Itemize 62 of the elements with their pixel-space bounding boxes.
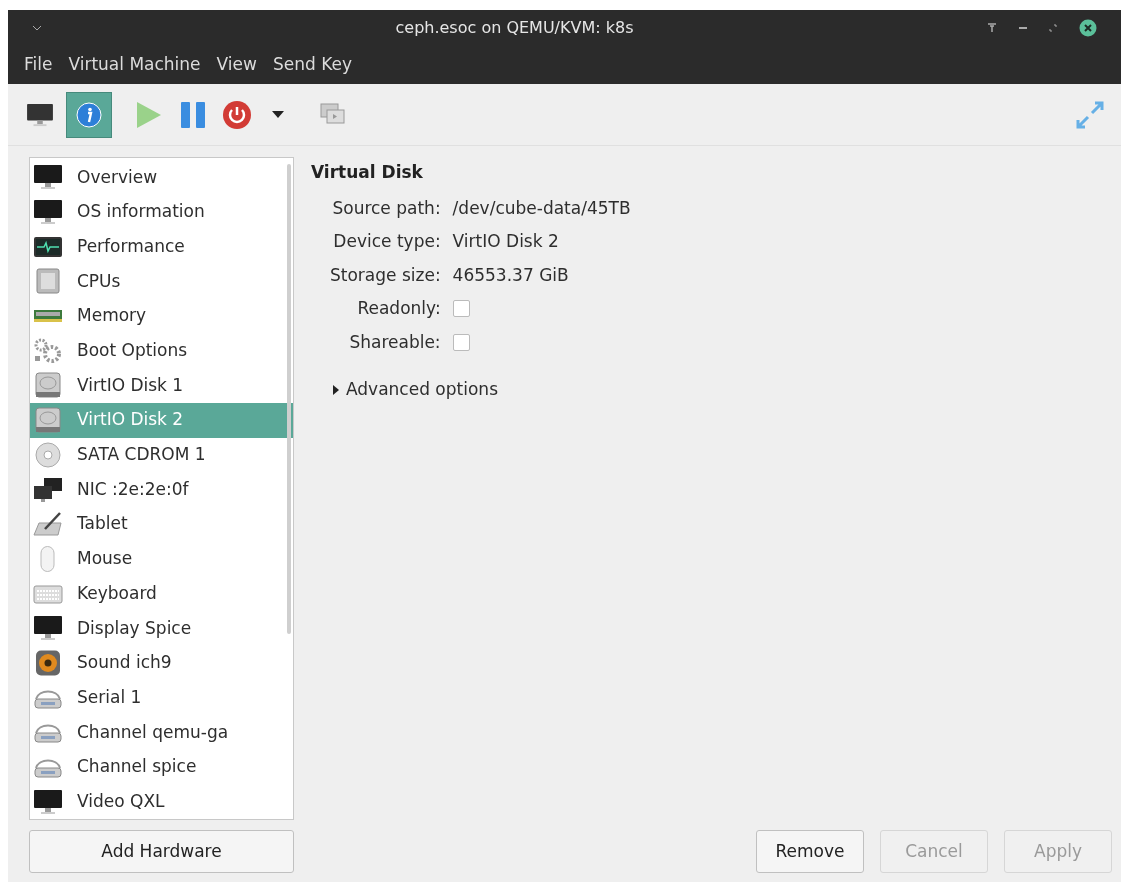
hardware-list-item[interactable]: Keyboard	[30, 576, 293, 611]
hardware-list-item[interactable]: Display Spice	[30, 610, 293, 646]
hardware-list-item[interactable]: Video QXL	[30, 784, 293, 820]
menu-item[interactable]: Virtual Machine	[61, 52, 208, 78]
hardware-list-item[interactable]: Boot Options	[30, 333, 293, 369]
menu-item[interactable]: File	[17, 52, 60, 78]
window-title: ceph.esoc on QEMU/KVM: k8s	[395, 18, 634, 37]
section-title: Virtual Disk	[311, 161, 424, 184]
hardware-list-item[interactable]: Overview	[30, 160, 293, 195]
power-icon	[222, 99, 252, 130]
field-label: Device type:	[332, 230, 441, 253]
field-value: /dev/cube-data/45TB	[452, 196, 632, 220]
hardware-list-item[interactable]: Memory	[30, 298, 293, 334]
checkbox[interactable]	[452, 333, 470, 351]
chevron-down-icon[interactable]	[32, 25, 42, 31]
dialog-button[interactable]: Remove	[756, 830, 864, 874]
field-value: 46553.37 GiB	[452, 263, 570, 287]
gears-icon	[33, 337, 63, 364]
menu-item[interactable]: View	[209, 52, 264, 78]
advanced-options-expander[interactable]: Advanced options	[332, 377, 498, 403]
hardware-list-item[interactable]: Mouse	[30, 541, 293, 577]
hardware-list-item[interactable]: OS information	[30, 194, 293, 230]
expander-arrow-icon	[332, 384, 339, 395]
hardware-list-item[interactable]: SATA CDROM 1	[30, 437, 293, 473]
pin-icon[interactable]	[987, 23, 997, 33]
play-icon	[136, 100, 162, 129]
chip-icon	[33, 268, 63, 295]
field-label: Storage size:	[330, 263, 441, 287]
hardware-list-item[interactable]: Tablet	[30, 506, 293, 542]
close-icon[interactable]	[1079, 19, 1097, 37]
hardware-list-item[interactable]: Sound ich9	[30, 645, 293, 681]
network-icon	[33, 476, 63, 503]
field-label: Shareable:	[348, 330, 441, 354]
pause-icon	[180, 101, 206, 128]
maximize-icon[interactable]	[1049, 24, 1057, 32]
monitor-icon	[26, 102, 54, 127]
field-value: VirtIO Disk 2	[452, 230, 560, 253]
speaker-icon	[33, 649, 63, 676]
tablet-pen-icon	[33, 511, 63, 538]
monitor-icon	[33, 615, 63, 642]
hardware-list-item[interactable]: CPUs	[30, 264, 293, 299]
hardware-list-item[interactable]: VirtIO Disk 1	[30, 368, 293, 403]
hardware-list-item[interactable]: NIC :2e:2e:0f	[30, 472, 293, 507]
hardware-list-item[interactable]: Channel spice	[30, 749, 293, 785]
scrollbar-thumb[interactable]	[287, 164, 291, 634]
monitor-icon	[33, 164, 63, 191]
hardware-list-item[interactable]: Channel qemu-ga	[30, 715, 293, 750]
monitor-icon	[33, 199, 63, 226]
disc-icon	[33, 441, 63, 468]
add-hardware-button[interactable]: Add Hardware	[29, 830, 294, 874]
monitor-icon	[33, 788, 63, 815]
caret-icon	[272, 111, 284, 118]
hardware-list-item[interactable]: Serial 1	[30, 680, 293, 715]
menu-item[interactable]: Send Key	[265, 52, 359, 78]
field-label: Source path:	[331, 196, 441, 220]
field-label: Readonly:	[356, 297, 441, 320]
hardware-list-item[interactable]: Performance	[30, 229, 293, 265]
details-button[interactable]	[66, 91, 112, 138]
stacked-screens-icon	[320, 102, 346, 127]
info-icon	[76, 101, 102, 128]
checkbox[interactable]	[452, 300, 470, 318]
expand-arrows-icon	[1076, 100, 1104, 129]
